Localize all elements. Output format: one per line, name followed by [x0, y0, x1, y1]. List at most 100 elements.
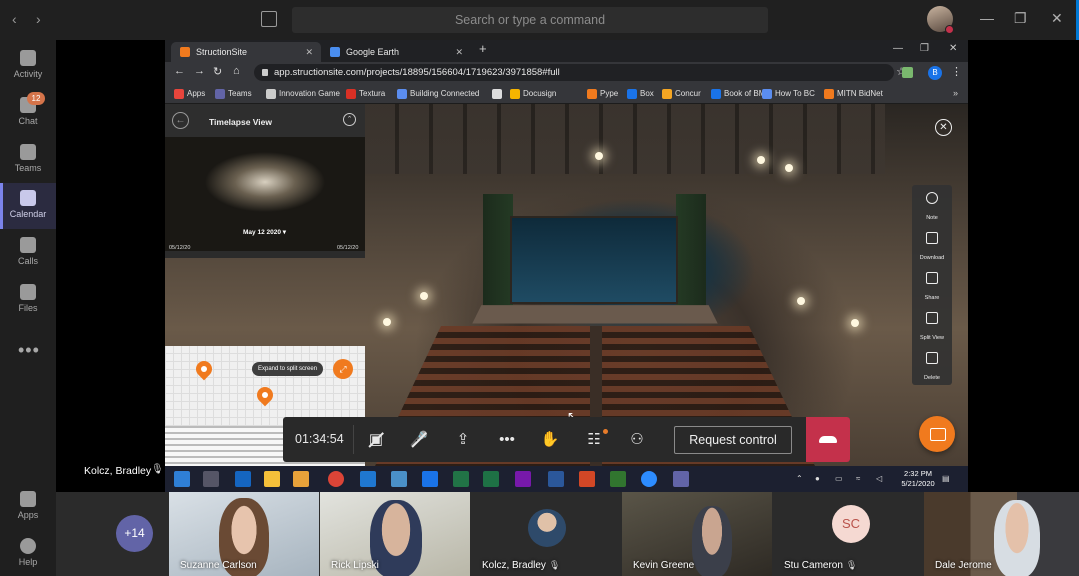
mic-off-button[interactable]: 🎤: [407, 428, 431, 452]
bookmark-item[interactable]: Teams: [215, 88, 252, 100]
show-participants-button[interactable]: ⚇: [625, 428, 649, 452]
close-icon[interactable]: ✕: [949, 43, 957, 54]
bookmark-item[interactable]: Box: [627, 88, 654, 100]
bookmark-item[interactable]: Docusign: [510, 88, 556, 100]
rail-item-activity[interactable]: Activity: [0, 43, 56, 89]
back-icon[interactable]: ←: [172, 112, 189, 129]
powerpoint-icon[interactable]: [579, 471, 595, 487]
raise-hand-button[interactable]: ✋: [538, 428, 562, 452]
rail-item-apps[interactable]: Apps: [0, 484, 56, 530]
close-viewer-icon[interactable]: ✕: [935, 119, 952, 136]
more-apps-icon[interactable]: •••: [18, 340, 40, 361]
tray-app-icon[interactable]: ●: [815, 474, 820, 483]
file-explorer-icon[interactable]: [264, 471, 280, 487]
more-participants-badge[interactable]: +14: [116, 515, 153, 552]
share-screen-button[interactable]: ⇪: [451, 428, 475, 452]
bookmark-item[interactable]: Concur: [662, 88, 701, 100]
bookmark-item[interactable]: How To BC: [762, 88, 815, 100]
planner-icon[interactable]: [610, 471, 626, 487]
timelapse-end-date: 05/12/20: [337, 245, 359, 251]
rail-item-chat[interactable]: 12 Chat: [0, 90, 56, 136]
expand-icon[interactable]: ⤢: [333, 359, 353, 379]
chrome-icon[interactable]: [328, 471, 344, 487]
bookmark-item[interactable]: Innovation Game: [266, 88, 340, 100]
word-icon[interactable]: [548, 471, 564, 487]
bookmark-item[interactable]: Book of BM: [711, 88, 765, 100]
onenote-icon[interactable]: [515, 471, 531, 487]
bookmark-item[interactable]: MITN BidNet: [824, 88, 883, 100]
edge-icon[interactable]: [422, 471, 438, 487]
compose-icon[interactable]: [261, 11, 277, 27]
sticky-app-icon[interactable]: [293, 471, 309, 487]
reload-icon[interactable]: ↻: [213, 65, 222, 78]
rail-item-teams[interactable]: Teams: [0, 137, 56, 183]
participant-tile[interactable]: Dale Jerome: [924, 492, 1079, 576]
bookmark-item[interactable]: Building Connected: [397, 88, 479, 100]
minimize-icon[interactable]: —: [893, 43, 903, 54]
windows-start-icon[interactable]: [174, 471, 190, 487]
excel-icon[interactable]: [483, 471, 499, 487]
participant-tile[interactable]: SC Stu Cameron 🎙: [773, 492, 923, 576]
bookmark-item[interactable]: Textura: [346, 88, 385, 100]
task-view-icon[interactable]: [203, 471, 219, 487]
volume-icon[interactable]: ◁: [876, 474, 882, 483]
outlook-icon[interactable]: [235, 471, 251, 487]
rail-item-files[interactable]: Files: [0, 277, 56, 323]
unread-badge: 12: [27, 92, 45, 105]
more-actions-button[interactable]: •••: [495, 428, 519, 452]
wifi-icon[interactable]: ≈: [856, 474, 860, 483]
structionsite-viewer[interactable]: ↖ ← Timelapse View ⌃ May 12 2020 ▾ 05/12…: [165, 104, 968, 466]
maximize-icon[interactable]: ❐: [1014, 10, 1027, 27]
profile-avatar[interactable]: B: [928, 66, 942, 80]
search-input[interactable]: Search or type a command: [292, 7, 768, 33]
timelapse-date-dropdown[interactable]: May 12 2020 ▾: [243, 228, 286, 236]
rail-item-calendar[interactable]: Calendar: [0, 183, 56, 229]
internet-explorer-icon[interactable]: [360, 471, 376, 487]
bookmark-icon: [824, 89, 834, 99]
restore-icon[interactable]: ❐: [920, 43, 929, 54]
home-icon[interactable]: ⌂: [233, 65, 240, 77]
close-icon[interactable]: ✕: [1051, 10, 1063, 27]
back-arrow-icon[interactable]: ‹: [12, 11, 17, 27]
zoom-icon[interactable]: [641, 471, 657, 487]
rail-item-calls[interactable]: Calls: [0, 230, 56, 276]
rail-item-help[interactable]: Help: [0, 531, 56, 576]
tool-note[interactable]: Note: [912, 185, 952, 225]
bookmark-item[interactable]: Apps: [174, 88, 205, 100]
extension-icon[interactable]: [902, 67, 913, 78]
bookmark-item[interactable]: Pype: [587, 88, 618, 100]
chevron-up-icon[interactable]: ⌃: [343, 113, 356, 126]
tool-download[interactable]: Download: [912, 225, 952, 265]
project-icon[interactable]: [453, 471, 469, 487]
request-control-button[interactable]: Request control: [674, 426, 792, 454]
tab-structionsite[interactable]: StructionSite ✕: [171, 42, 321, 62]
tool-share[interactable]: Share: [912, 265, 952, 305]
forward-arrow-icon[interactable]: →: [194, 65, 205, 77]
menu-icon[interactable]: ⋮: [951, 65, 962, 78]
participant-tile[interactable]: Suzanne Carlson: [169, 492, 319, 576]
cloud-app-icon[interactable]: [391, 471, 407, 487]
minimize-icon[interactable]: —: [980, 10, 994, 26]
participant-tile[interactable]: Kevin Greene: [622, 492, 772, 576]
tool-split-view[interactable]: Split View: [912, 305, 952, 345]
notifications-icon[interactable]: ▤: [942, 474, 950, 483]
system-clock[interactable]: 2:32 PM 5/21/2020: [898, 469, 938, 489]
participant-tile[interactable]: Rick Lipski: [320, 492, 470, 576]
camera-off-button[interactable]: ▣: [364, 428, 388, 452]
tray-chevron-icon[interactable]: ⌃: [796, 474, 803, 483]
tab-google-earth[interactable]: Google Earth ✕: [321, 42, 471, 62]
more-bookmarks-icon[interactable]: »: [953, 88, 958, 98]
close-tab-icon[interactable]: ✕: [455, 42, 463, 62]
new-tab-icon[interactable]: +: [479, 41, 487, 56]
participant-tile[interactable]: Kolcz, Bradley 🎙: [471, 492, 621, 576]
close-tab-icon[interactable]: ✕: [305, 42, 313, 62]
hang-up-button[interactable]: [806, 417, 850, 462]
bell-icon: [20, 50, 36, 66]
support-chat-icon[interactable]: [919, 416, 955, 452]
battery-icon[interactable]: ▭: [835, 474, 843, 483]
tool-delete[interactable]: Delete: [912, 345, 952, 385]
teams-taskbar-icon[interactable]: [673, 471, 689, 487]
forward-arrow-icon[interactable]: ›: [36, 11, 41, 27]
back-arrow-icon[interactable]: ←: [174, 65, 185, 77]
address-bar[interactable]: app.structionsite.com/projects/18895/156…: [254, 64, 906, 81]
